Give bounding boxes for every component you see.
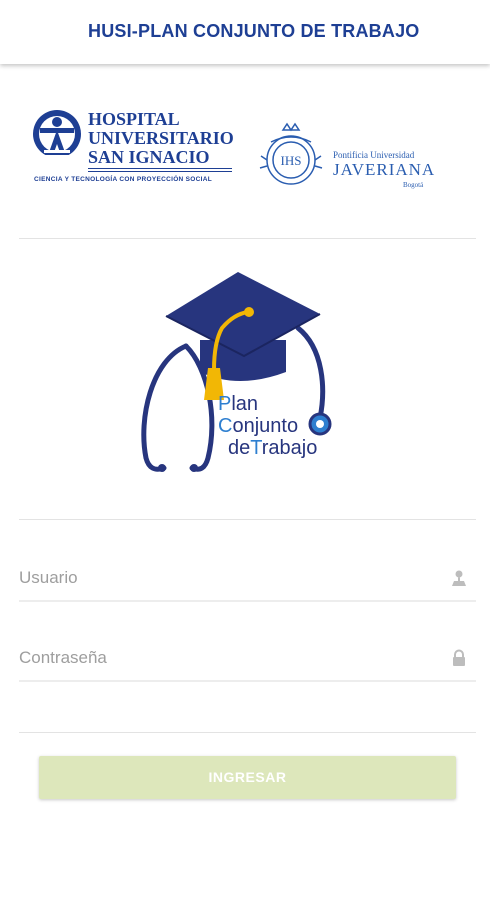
husi-rule <box>88 168 232 169</box>
logo-line-conjunto: Conjunto <box>218 416 298 436</box>
logo-line-plan: Plan <box>218 394 258 414</box>
husi-wordmark: HOSPITAL UNIVERSITARIO SAN IGNACIO <box>88 110 234 167</box>
login-button[interactable]: INGRESAR <box>39 756 456 799</box>
javeriana-seal-text: IHS <box>281 153 302 168</box>
logo-line-detrabajo: deTrabajo <box>228 438 317 458</box>
husi-rule <box>88 171 232 172</box>
husi-line2: UNIVERSITARIO <box>88 128 234 148</box>
husi-emblem-icon <box>33 110 81 158</box>
logo-initial-t: T <box>250 437 262 459</box>
logo-trabajo-rest: rabajo <box>261 437 318 459</box>
logo-initial-p: P <box>218 393 232 415</box>
username-field[interactable]: Usuario <box>19 558 476 602</box>
password-field[interactable]: Contraseña <box>19 638 476 682</box>
app-title: HUSI-PLAN CONJUNTO DE TRABAJO <box>88 21 420 41</box>
javeriana-city: Bogotá <box>403 181 424 189</box>
logo-initial-c: C <box>218 415 233 437</box>
javeriana-logo: IHS Pontificia Universidad JAVERIANA Bog… <box>255 120 435 195</box>
divider <box>19 519 476 520</box>
husi-tagline: CIENCIA Y TECNOLOGÍA CON PROYECCIÓN SOCI… <box>34 176 213 183</box>
divider <box>19 238 476 239</box>
husi-logo: HOSPITAL UNIVERSITARIO SAN IGNACIO CIENC… <box>28 106 238 188</box>
javeriana-seal-icon: IHS <box>259 122 323 185</box>
plan-conjunto-logo: Plan Conjunto deTrabajo <box>138 268 338 478</box>
husi-line1: HOSPITAL <box>88 109 180 129</box>
javeriana-line2: JAVERIANA <box>333 160 436 179</box>
logo-de: de <box>228 437 251 459</box>
app-bar: HUSI-PLAN CONJUNTO DE TRABAJO <box>0 0 490 64</box>
password-placeholder: Contraseña <box>19 648 107 667</box>
username-placeholder: Usuario <box>19 568 78 587</box>
user-pin-icon <box>452 570 466 586</box>
login-button-label: INGRESAR <box>208 769 287 785</box>
husi-line3: SAN IGNACIO <box>88 147 210 167</box>
javeriana-line1: Pontificia Universidad <box>333 150 415 160</box>
logo-plan-rest: lan <box>231 393 259 415</box>
divider <box>19 732 476 733</box>
lock-icon <box>453 649 465 666</box>
logo-conjunto-rest: onjunto <box>232 415 299 437</box>
